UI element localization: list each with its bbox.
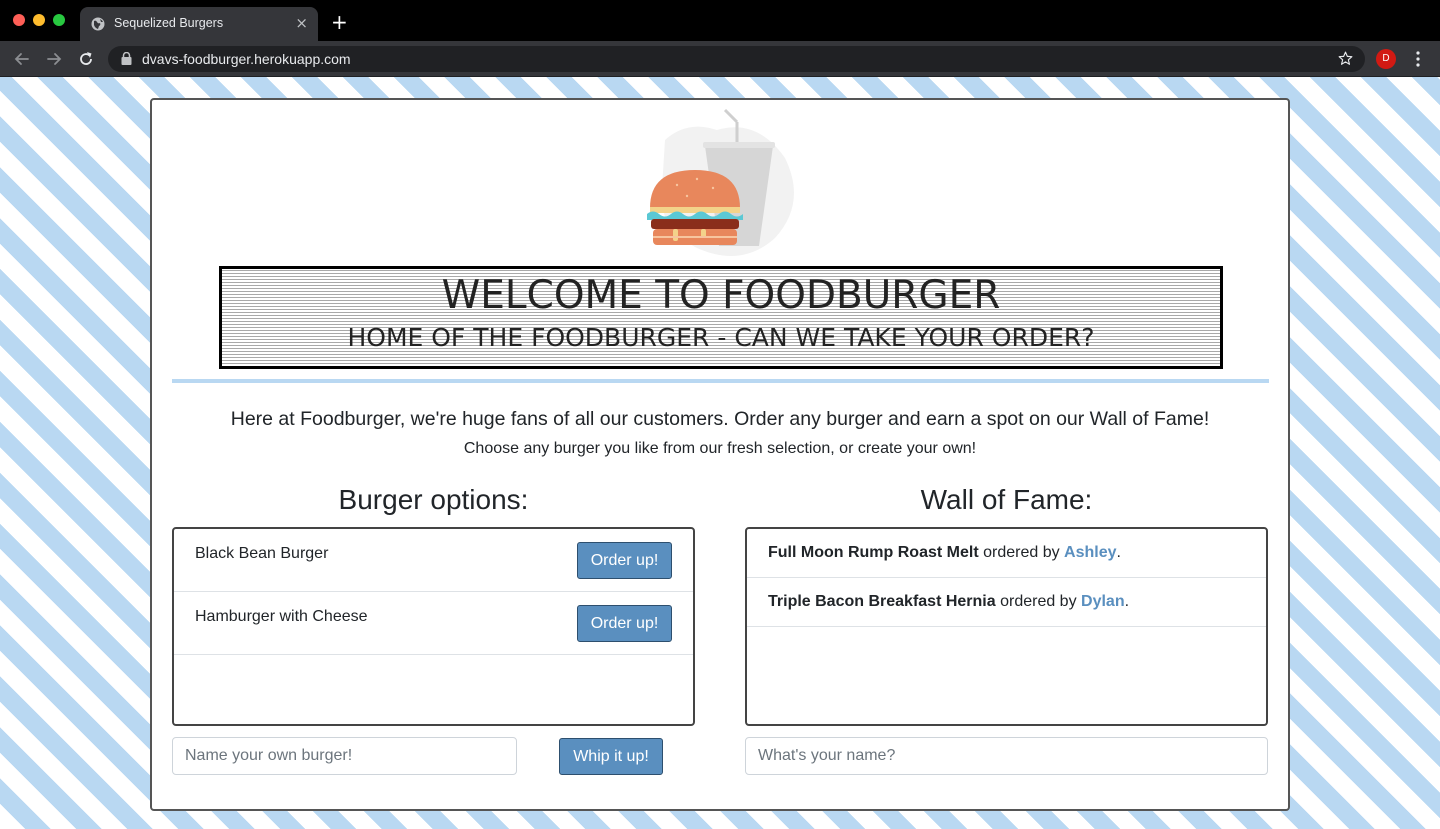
- profile-avatar[interactable]: D: [1376, 49, 1396, 69]
- fame-entry: Full Moon Rump Roast Melt ordered by Ash…: [768, 544, 1121, 562]
- forward-arrow-icon[interactable]: [44, 49, 64, 69]
- section-divider: [172, 379, 1269, 383]
- customer-link[interactable]: Dylan: [1081, 593, 1125, 610]
- browser-tab[interactable]: Sequelized Burgers ×: [80, 7, 318, 41]
- page-subtitle: HOME OF THE FOODBURGER - CAN WE TAKE YOU…: [347, 323, 1095, 352]
- new-burger-input[interactable]: [172, 737, 517, 775]
- page-title: WELCOME TO FOODBURGER: [441, 273, 1001, 318]
- burger-logo-icon: [647, 108, 794, 257]
- star-icon[interactable]: [1337, 50, 1354, 67]
- list-item: Full Moon Rump Roast Melt ordered by Ash…: [747, 529, 1266, 578]
- tab-title: Sequelized Burgers: [114, 16, 224, 30]
- whip-it-up-button[interactable]: Whip it up!: [559, 738, 663, 775]
- customer-name-input[interactable]: [745, 737, 1268, 775]
- address-bar[interactable]: dvavs-foodburger.herokuapp.com: [108, 46, 1365, 72]
- more-vert-icon[interactable]: [1410, 50, 1426, 68]
- list-item: Triple Bacon Breakfast Hernia ordered by…: [747, 578, 1266, 627]
- browser-toolbar: dvavs-foodburger.herokuapp.com D: [0, 41, 1440, 77]
- burger-options-list: Black Bean Burger Order up! Hamburger wi…: [172, 527, 695, 726]
- order-button[interactable]: Order up!: [577, 542, 672, 579]
- list-item: Hamburger with Cheese Order up!: [174, 592, 693, 655]
- burger-name: Hamburger with Cheese: [195, 608, 368, 625]
- intro-text: Here at Foodburger, we're huge fans of a…: [230, 408, 1210, 430]
- burger-name: Triple Bacon Breakfast Hernia: [768, 593, 996, 610]
- browser-tabstrip: Sequelized Burgers × +: [0, 0, 1440, 41]
- period: .: [1124, 593, 1130, 610]
- lock-icon: [121, 52, 132, 65]
- maximize-window-button[interactable]: [53, 14, 65, 26]
- ordered-by-text: ordered by: [995, 593, 1082, 610]
- burger-options-heading: Burger options:: [338, 484, 529, 515]
- list-item: Black Bean Burger Order up!: [174, 529, 693, 592]
- close-window-button[interactable]: [13, 14, 25, 26]
- wall-of-fame-heading: Wall of Fame:: [920, 484, 1093, 515]
- customer-link[interactable]: Ashley: [1064, 544, 1116, 561]
- wall-of-fame-list: Full Moon Rump Roast Melt ordered by Ash…: [745, 527, 1268, 726]
- period: .: [1116, 544, 1121, 561]
- page-viewport: WELCOME TO FOODBURGER HOME OF THE FOODBU…: [0, 77, 1440, 829]
- globe-icon: [91, 17, 105, 31]
- minimize-window-button[interactable]: [33, 14, 45, 26]
- close-tab-icon[interactable]: ×: [295, 14, 308, 32]
- intro-subtext: Choose any burger you like from our fres…: [463, 440, 977, 457]
- new-tab-button[interactable]: +: [331, 12, 348, 32]
- main-card: WELCOME TO FOODBURGER HOME OF THE FOODBU…: [150, 98, 1290, 811]
- ordered-by-text: ordered by: [978, 544, 1065, 561]
- order-button[interactable]: Order up!: [577, 605, 672, 642]
- welcome-banner: WELCOME TO FOODBURGER HOME OF THE FOODBU…: [219, 266, 1223, 369]
- burger-name: Full Moon Rump Roast Melt: [768, 544, 979, 561]
- back-arrow-icon[interactable]: [12, 49, 32, 69]
- reload-icon[interactable]: [76, 49, 96, 69]
- url-text[interactable]: dvavs-foodburger.herokuapp.com: [142, 51, 351, 67]
- burger-name: Black Bean Burger: [195, 545, 329, 562]
- fame-entry: Triple Bacon Breakfast Hernia ordered by…: [768, 593, 1129, 611]
